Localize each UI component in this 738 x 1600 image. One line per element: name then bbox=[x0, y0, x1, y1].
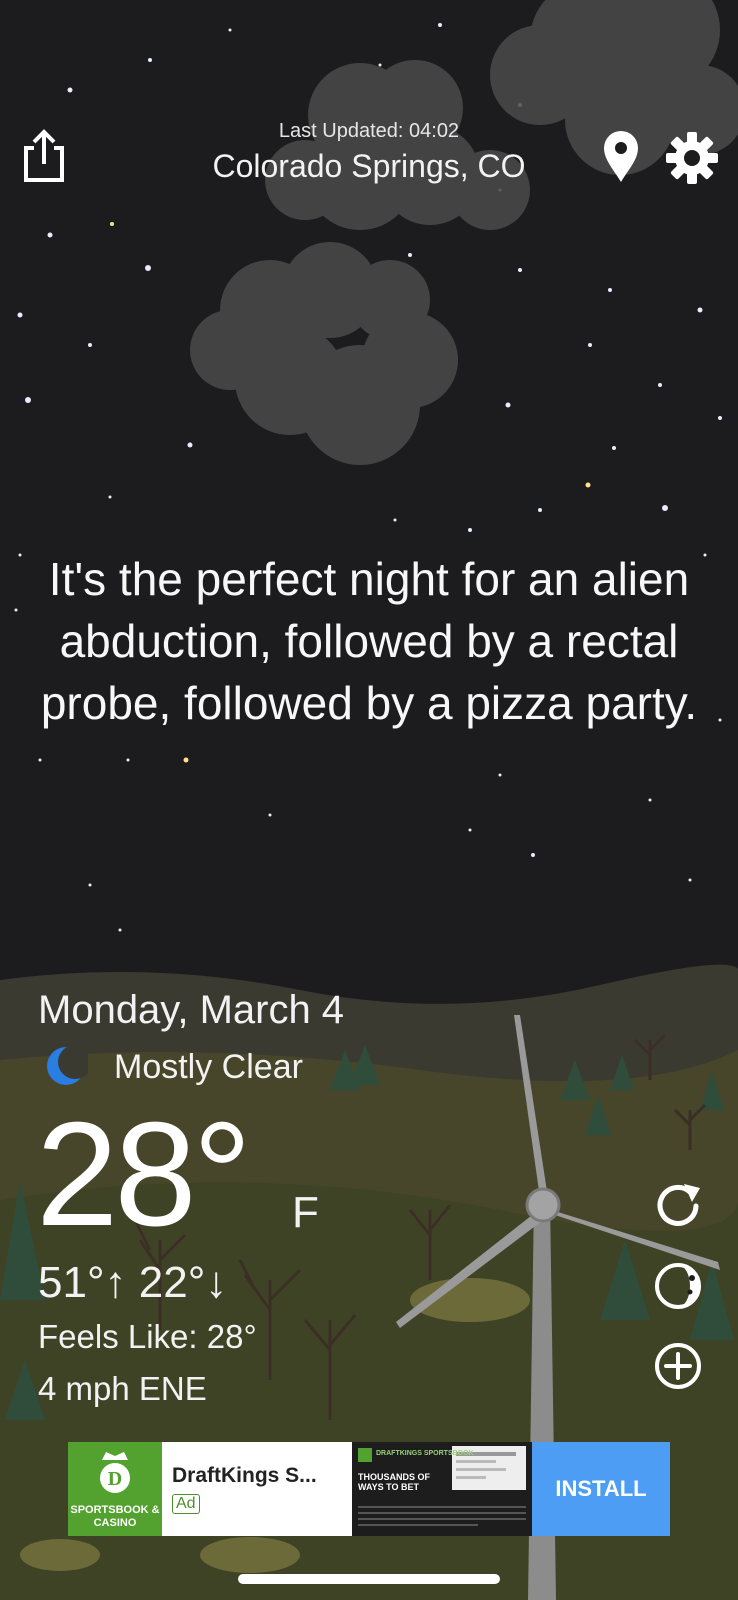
current-temperature: 28° bbox=[36, 1092, 252, 1257]
home-indicator[interactable] bbox=[238, 1574, 500, 1584]
settings-button[interactable] bbox=[664, 130, 720, 186]
svg-text:D: D bbox=[108, 1468, 122, 1490]
ad-image[interactable]: DRAFTKINGS SPORTSBOOK THOUSANDS OF WAYS … bbox=[352, 1442, 532, 1536]
night-landscape-background bbox=[0, 0, 738, 1600]
moon-icon bbox=[47, 1045, 88, 1085]
moon-phase-icon bbox=[655, 1263, 701, 1309]
refresh-icon bbox=[657, 1184, 700, 1226]
weather-message: It's the perfect night for an alien abdu… bbox=[40, 553, 698, 729]
install-button[interactable]: INSTALL bbox=[532, 1442, 670, 1536]
add-location-button[interactable] bbox=[650, 1338, 706, 1394]
moon-phase-button[interactable] bbox=[650, 1258, 706, 1314]
ad-image-brand: DRAFTKINGS SPORTSBOOK bbox=[376, 1450, 474, 1457]
add-icon bbox=[655, 1343, 701, 1389]
ad-badge: Ad bbox=[172, 1494, 200, 1514]
ad-logo-text: SPORTSBOOK & CASINO bbox=[70, 1504, 160, 1529]
ad-image-headline: THOUSANDS OF WAYS TO BET bbox=[358, 1472, 430, 1492]
refresh-button[interactable] bbox=[650, 1178, 706, 1234]
ad-title[interactable]: DraftKings S... bbox=[172, 1464, 317, 1488]
location-pin-icon bbox=[604, 131, 638, 182]
location-button[interactable] bbox=[600, 128, 642, 184]
temperature-unit[interactable]: F bbox=[292, 1188, 319, 1238]
condition-text: Mostly Clear bbox=[114, 1048, 303, 1086]
gear-icon bbox=[666, 132, 718, 184]
current-date: Monday, March 4 bbox=[38, 988, 345, 1032]
draftkings-logo-icon: D bbox=[100, 1452, 130, 1493]
wind-speed: 4 mph ENE bbox=[38, 1370, 207, 1407]
header: Last Updated: 04:02 Colorado Springs, CO bbox=[0, 118, 738, 198]
feels-like: Feels Like: 28° bbox=[38, 1318, 257, 1355]
ad-banner[interactable]: D SPORTSBOOK & CASINO DraftKings S... Ad… bbox=[68, 1442, 670, 1536]
ad-logo[interactable]: D SPORTSBOOK & CASINO bbox=[68, 1442, 162, 1536]
high-low-temperature: 51°↑ 22°↓ bbox=[38, 1258, 228, 1307]
